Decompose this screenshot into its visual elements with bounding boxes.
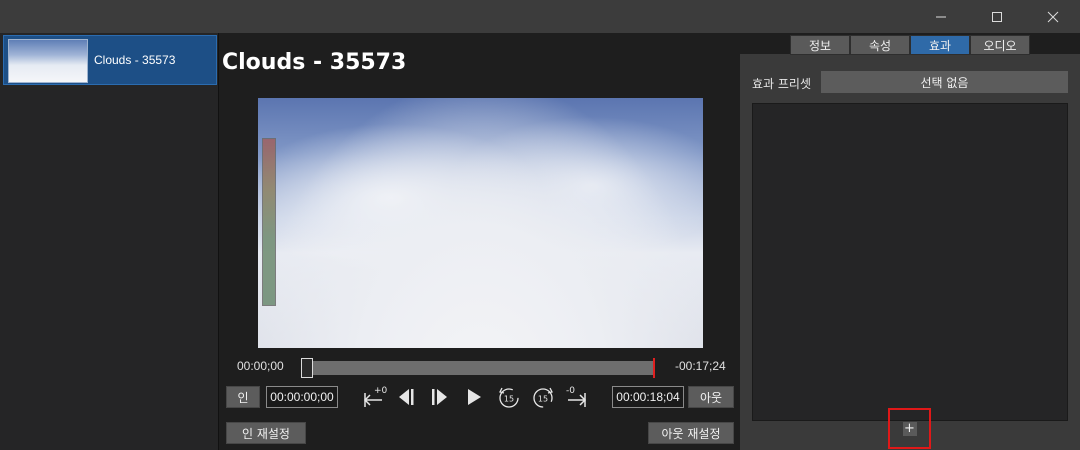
effects-list[interactable] — [752, 103, 1068, 421]
effect-preset-label: 효과 프리셋 — [752, 77, 812, 91]
svg-text:-0: -0 — [566, 386, 575, 396]
close-icon[interactable] — [1030, 0, 1076, 33]
set-in-button[interactable]: 인 — [226, 386, 260, 408]
tab-audio[interactable]: 오디오 — [970, 35, 1030, 55]
step-forward-icon[interactable] — [427, 385, 453, 409]
clip-label: Clouds - 35573 — [94, 53, 176, 67]
reset-out-button[interactable]: 아웃 재설정 — [648, 422, 734, 444]
go-to-out-icon[interactable]: -0 — [562, 385, 588, 409]
svg-text:+0: +0 — [374, 386, 388, 396]
add-effect-button[interactable]: + — [888, 408, 931, 449]
scrubber-handle[interactable] — [301, 358, 313, 378]
go-to-in-icon[interactable]: +0 — [362, 385, 388, 409]
svg-text:15: 15 — [538, 395, 548, 404]
title-bar — [0, 0, 1080, 33]
viewer-panel: Clouds - 35573 00:00;00 -00:17;24 인 00:0… — [220, 33, 740, 450]
tab-effects[interactable]: 효과 — [910, 35, 970, 55]
maximize-icon[interactable] — [974, 0, 1020, 33]
out-point-marker — [653, 358, 655, 378]
current-time: 00:00;00 — [237, 359, 284, 373]
tab-properties[interactable]: 속성 — [850, 35, 910, 55]
svg-text:15: 15 — [504, 395, 514, 404]
clip-item[interactable]: Clouds - 35573 — [3, 35, 217, 85]
reset-in-button[interactable]: 인 재설정 — [226, 422, 306, 444]
set-out-button[interactable]: 아웃 — [688, 386, 734, 408]
video-preview[interactable] — [258, 98, 703, 348]
media-bin: Clouds - 35573 — [0, 33, 219, 450]
play-icon[interactable] — [462, 385, 488, 409]
minimize-icon[interactable] — [918, 0, 964, 33]
rewind-15-icon[interactable]: 15 — [496, 385, 522, 409]
page-title: Clouds - 35573 — [222, 50, 407, 75]
audio-meter — [262, 138, 276, 306]
step-back-icon[interactable] — [394, 385, 420, 409]
effect-preset-select[interactable]: 선택 없음 — [821, 71, 1068, 93]
tab-info[interactable]: 정보 — [790, 35, 850, 55]
in-timecode-field[interactable]: 00:00:00;00 — [266, 386, 338, 408]
remaining-time: -00:17;24 — [675, 359, 726, 373]
out-timecode-field[interactable]: 00:00:18;04 — [612, 386, 684, 408]
forward-15-icon[interactable]: 15 — [530, 385, 556, 409]
clip-thumbnail — [8, 39, 88, 83]
scrubber-track[interactable] — [301, 361, 655, 375]
plus-icon: + — [902, 421, 917, 436]
